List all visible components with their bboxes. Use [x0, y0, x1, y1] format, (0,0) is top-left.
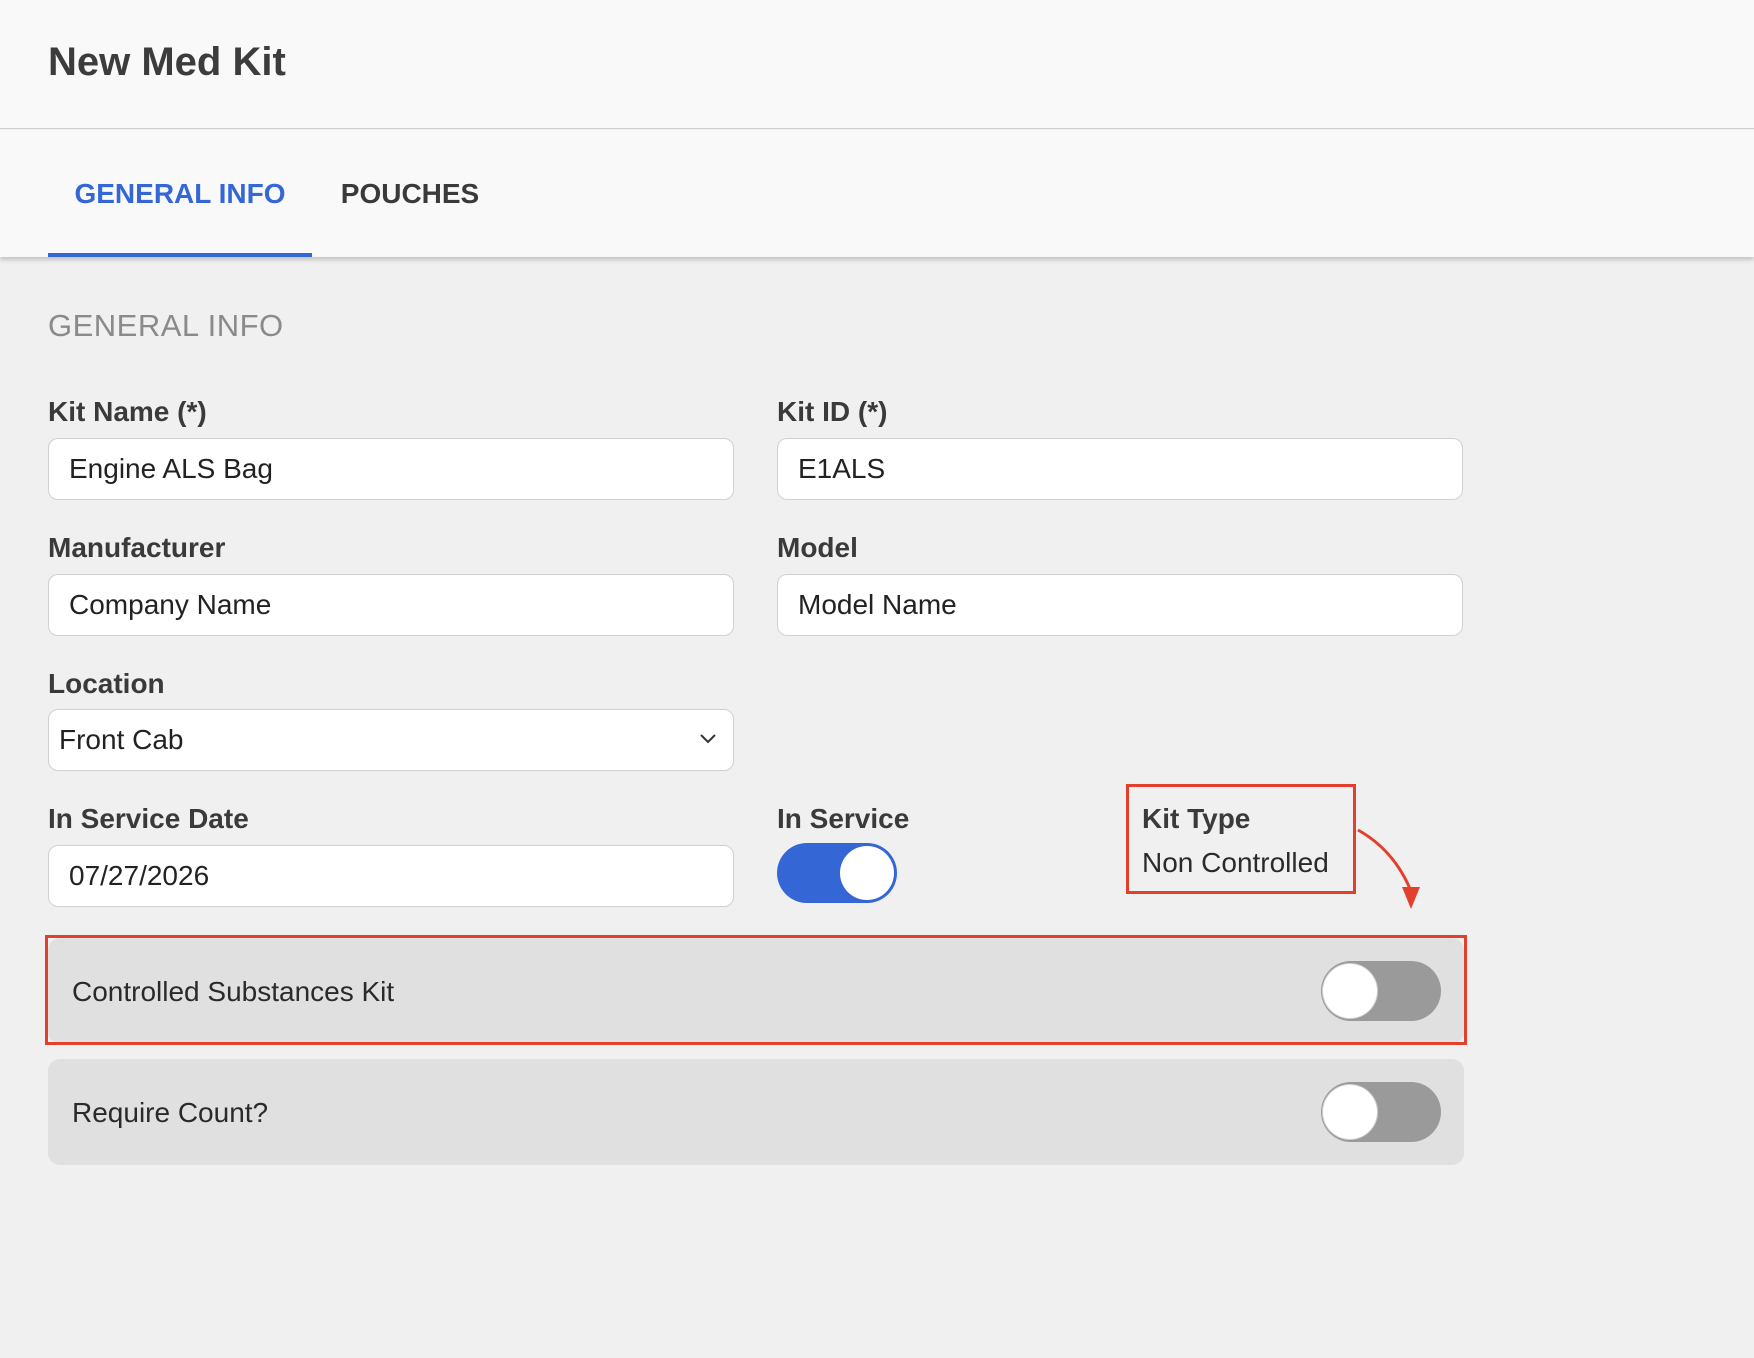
kit-type-value: Non Controlled: [1142, 847, 1329, 878]
in-service-toggle[interactable]: [777, 843, 897, 903]
section-title: GENERAL INFO: [48, 308, 284, 343]
kit-id-label: Kit ID (*): [777, 396, 888, 427]
in-service-date-label: In Service Date: [48, 803, 249, 834]
chevron-down-icon: [700, 734, 716, 744]
in-service-date-input[interactable]: [48, 845, 734, 907]
require-count-label: Require Count?: [72, 1097, 269, 1128]
controlled-substances-highlight: [45, 935, 1467, 1045]
manufacturer-label: Manufacturer: [48, 532, 226, 563]
toggle-knob: [1323, 1085, 1377, 1139]
annotation-arrow-icon: [1357, 828, 1420, 909]
kit-id-input[interactable]: [777, 438, 1463, 500]
location-label: Location: [48, 668, 165, 699]
kit-name-label: Kit Name (*): [48, 396, 207, 427]
manufacturer-input[interactable]: [48, 574, 734, 636]
page-title: New Med Kit: [48, 40, 286, 84]
tab-pouches[interactable]: POUCHES: [330, 130, 490, 257]
model-input[interactable]: [777, 574, 1463, 636]
tab-general-info[interactable]: GENERAL INFO: [48, 130, 312, 257]
kit-name-input[interactable]: [48, 438, 734, 500]
page-header: New Med Kit: [0, 0, 1754, 129]
kit-type-label: Kit Type: [1142, 803, 1251, 834]
require-count-toggle[interactable]: [1321, 1082, 1441, 1142]
toggle-knob: [840, 846, 894, 900]
require-count-row: Require Count?: [48, 1059, 1464, 1165]
location-select[interactable]: Front Cab: [48, 709, 734, 771]
model-label: Model: [777, 532, 858, 563]
location-selected-value: Front Cab: [59, 724, 184, 755]
tab-bar: GENERAL INFO POUCHES: [0, 130, 1754, 257]
in-service-label: In Service: [777, 803, 910, 834]
